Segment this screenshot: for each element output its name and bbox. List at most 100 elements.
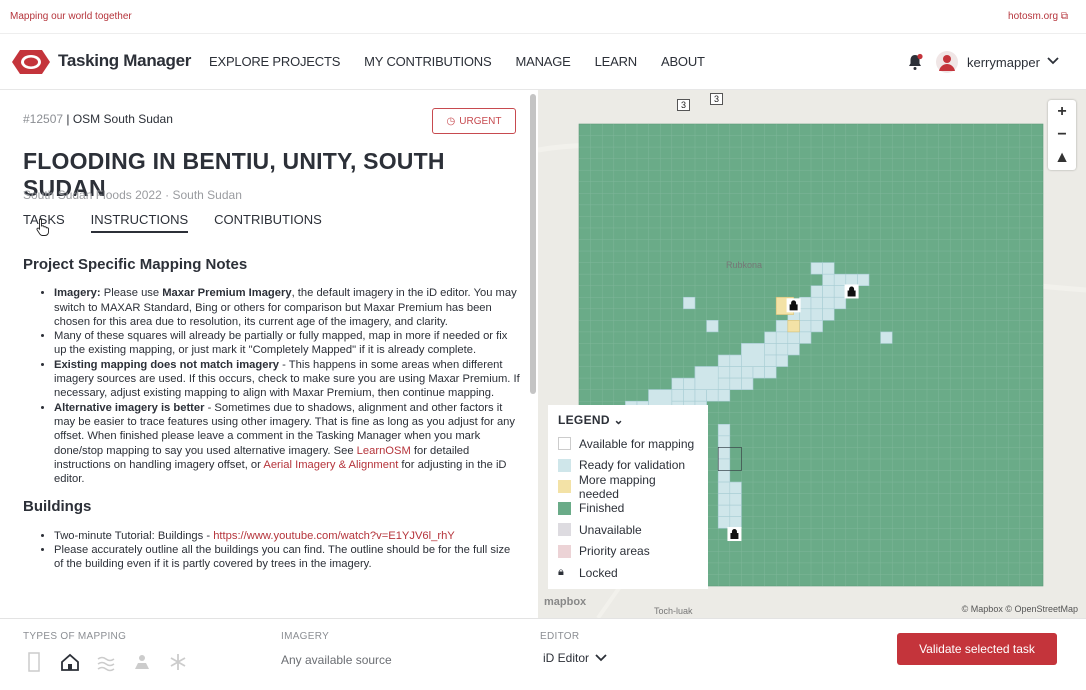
task-cell[interactable] (880, 331, 893, 344)
task-cell[interactable] (729, 516, 742, 529)
project-tabs: TASKS INSTRUCTIONS CONTRIBUTIONS (23, 212, 348, 233)
task-cell[interactable] (764, 354, 777, 367)
map-attribution[interactable]: © Mapbox © OpenStreetMap (962, 604, 1078, 614)
country-link[interactable]: South Sudan (172, 188, 241, 202)
nav-manage[interactable]: MANAGE (515, 54, 570, 69)
validate-task-button[interactable]: Validate selected task (897, 633, 1057, 665)
panel-scrollbar[interactable] (528, 94, 538, 614)
task-cell[interactable] (717, 516, 731, 529)
nav-my-contributions[interactable]: MY CONTRIBUTIONS (364, 54, 491, 69)
task-cell[interactable] (694, 389, 707, 402)
task-cell[interactable] (717, 493, 731, 506)
task-cell[interactable] (764, 343, 777, 356)
list-item: Alternative imagery is better - Sometime… (54, 401, 520, 487)
task-cell[interactable] (694, 366, 719, 390)
task-cell[interactable] (729, 354, 742, 367)
instructions-content: Project Specific Mapping Notes Imagery: … (23, 257, 520, 586)
task-cell[interactable] (857, 273, 870, 286)
task-cell[interactable] (822, 262, 835, 275)
hotosm-link[interactable]: hotosm.org ⧉ (1008, 11, 1068, 22)
heading-buildings: Buildings (23, 498, 92, 516)
tab-contributions[interactable]: CONTRIBUTIONS (214, 212, 322, 233)
nav-about[interactable]: ABOUT (661, 54, 705, 69)
task-cell[interactable] (822, 273, 835, 286)
legend-toggle[interactable]: LEGEND ⌄ (558, 413, 698, 427)
task-cell[interactable] (683, 296, 696, 310)
imagery-label: IMAGERY (281, 631, 330, 642)
task-cell[interactable] (729, 504, 742, 517)
avatar[interactable] (936, 51, 958, 73)
brand-name[interactable]: Tasking Manager (58, 51, 191, 71)
task-cell[interactable] (822, 296, 835, 310)
task-cell[interactable] (741, 343, 765, 367)
task-cell[interactable] (671, 377, 684, 390)
task-cell[interactable] (799, 296, 812, 310)
task-cell[interactable] (787, 320, 800, 333)
task-cell[interactable] (833, 296, 847, 310)
task-cell[interactable] (683, 377, 696, 390)
task-cell[interactable] (833, 273, 847, 286)
task-cell[interactable] (822, 285, 835, 298)
task-cell[interactable] (799, 331, 812, 344)
task-cell[interactable] (729, 366, 742, 379)
task-cell[interactable] (775, 320, 789, 333)
task-cell[interactable] (845, 273, 858, 286)
task-cell[interactable] (717, 354, 731, 367)
task-cell[interactable] (706, 320, 719, 333)
task-cell[interactable] (717, 447, 731, 460)
task-cell[interactable] (764, 366, 777, 379)
task-cell[interactable] (717, 389, 731, 402)
learnosm-link[interactable]: LearnOSM (357, 445, 411, 457)
task-cell[interactable] (799, 308, 812, 321)
task-cell[interactable] (717, 435, 731, 448)
task-cell[interactable] (717, 504, 731, 517)
task-cell[interactable] (822, 308, 835, 321)
task-cell[interactable] (717, 470, 731, 483)
compass-button[interactable]: ▲ (1048, 146, 1076, 169)
editor-select[interactable]: iD Editor (543, 651, 607, 665)
task-cell[interactable] (729, 481, 742, 494)
task-cell[interactable] (810, 308, 823, 321)
task-cell[interactable] (810, 285, 823, 298)
aerial-imagery-link[interactable]: Aerial Imagery & Alignment (263, 459, 398, 471)
task-cell[interactable] (717, 366, 731, 379)
task-cell[interactable] (764, 331, 777, 344)
zoom-out-button[interactable]: − (1048, 123, 1076, 146)
task-cell[interactable] (717, 481, 731, 494)
task-cell[interactable] (787, 331, 800, 344)
task-cell[interactable] (671, 389, 684, 402)
mapbox-logo[interactable]: mapbox (544, 596, 586, 608)
hot-logo[interactable] (12, 48, 50, 76)
task-cell[interactable] (752, 366, 765, 379)
task-cell[interactable] (717, 377, 731, 390)
task-cell[interactable] (787, 343, 800, 356)
nav-learn[interactable]: LEARN (595, 54, 638, 69)
task-cell[interactable] (810, 320, 823, 333)
project-id: #12507 (23, 112, 64, 126)
bell-icon[interactable] (906, 53, 924, 71)
task-cell[interactable] (833, 285, 847, 298)
task-cell[interactable] (775, 343, 789, 356)
task-cell[interactable] (775, 331, 789, 344)
task-cell[interactable] (810, 262, 823, 275)
campaign-link[interactable]: South Sudan Floods 2022 (23, 188, 162, 202)
nav-explore-projects[interactable]: EXPLORE PROJECTS (209, 54, 340, 69)
task-cell[interactable] (799, 320, 812, 333)
task-cell[interactable] (683, 389, 696, 402)
list-item: Please accurately outline all the buildi… (54, 543, 520, 572)
username[interactable]: kerrymapper (967, 55, 1040, 70)
task-cell[interactable] (775, 354, 789, 367)
task-cell[interactable] (706, 389, 719, 402)
chevron-down-icon: ⌄ (613, 413, 624, 427)
task-cell[interactable] (717, 458, 731, 471)
zoom-in-button[interactable]: + (1048, 100, 1076, 123)
task-cell[interactable] (741, 377, 754, 390)
task-cell[interactable] (717, 423, 731, 437)
task-cell[interactable] (729, 377, 742, 390)
task-cell[interactable] (729, 493, 742, 506)
tutorial-link[interactable]: https://www.youtube.com/watch?v=E1YJV6l_… (213, 530, 455, 542)
task-cell[interactable] (741, 366, 754, 379)
chevron-down-icon[interactable] (1047, 56, 1059, 66)
task-cell[interactable] (810, 296, 823, 310)
tab-instructions[interactable]: INSTRUCTIONS (90, 212, 189, 233)
